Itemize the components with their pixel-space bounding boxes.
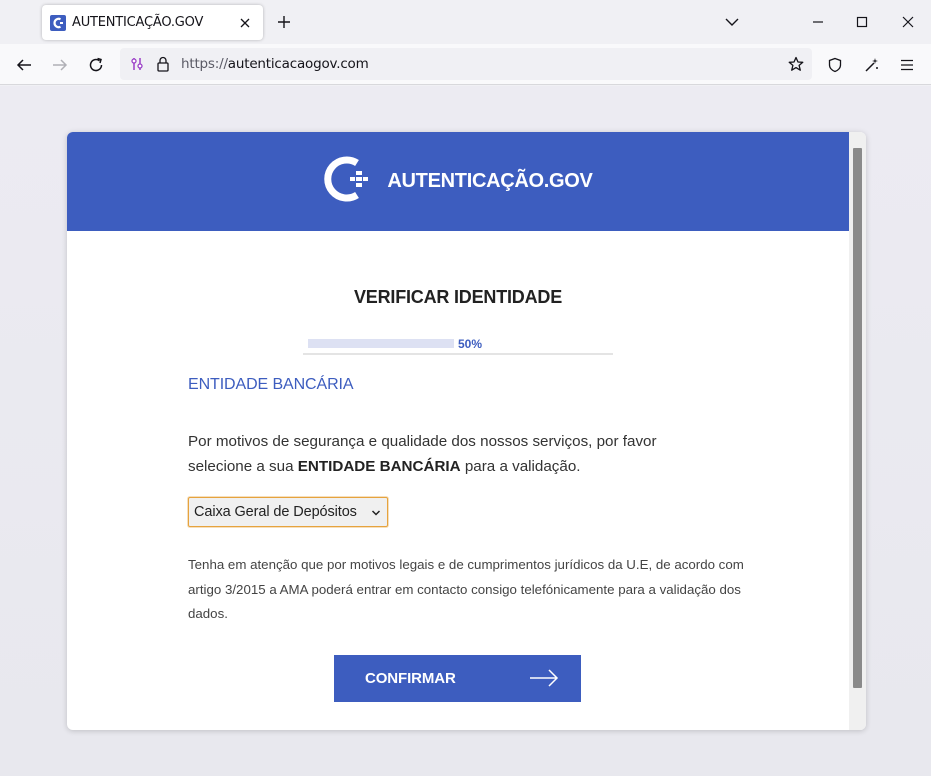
navigation-toolbar: https://autenticacaogov.com bbox=[0, 44, 931, 85]
reload-icon[interactable] bbox=[83, 52, 109, 78]
url-text: https://autenticacaogov.com bbox=[181, 56, 369, 72]
scrollbar-thumb[interactable] bbox=[853, 148, 862, 688]
url-host: autenticacaogov.com bbox=[227, 56, 369, 72]
chevron-down-icon[interactable] bbox=[720, 10, 744, 34]
confirm-button-label: CONFIRMAR bbox=[365, 670, 456, 687]
page-title: VERIFICAR IDENTIDADE bbox=[353, 287, 562, 307]
plus-icon[interactable] bbox=[272, 10, 296, 34]
brand-name: AUTENTICAÇÃO.GOV bbox=[387, 170, 593, 192]
tab-strip: AUTENTICAÇÃO.GOV bbox=[0, 0, 931, 44]
shield-icon[interactable] bbox=[822, 52, 848, 78]
verification-card: AUTENTICAÇÃO.GOV VERIFICAR IDENTIDADE 50… bbox=[67, 132, 866, 730]
chevron-down-icon bbox=[370, 507, 382, 519]
bank-select[interactable]: Caixa Geral de Depósitos bbox=[188, 497, 388, 527]
confirm-button[interactable]: CONFIRMAR bbox=[334, 655, 581, 702]
url-scheme: https:// bbox=[181, 56, 228, 72]
permissions-icon[interactable] bbox=[124, 51, 150, 77]
progress-bar: 50% bbox=[303, 336, 613, 356]
instruction-text-part2: para a validação. bbox=[460, 457, 581, 475]
brand-logo bbox=[323, 154, 373, 209]
close-window-icon[interactable] bbox=[894, 8, 922, 36]
section-title: ENTIDADE BANCÁRIA bbox=[188, 376, 354, 393]
card-header: AUTENTICAÇÃO.GOV bbox=[67, 132, 849, 231]
back-arrow-icon[interactable] bbox=[11, 52, 37, 78]
instruction-text-bold: ENTIDADE BANCÁRIA bbox=[297, 457, 461, 475]
autenticacao-favicon bbox=[50, 14, 66, 31]
bank-select-value: Caixa Geral de Depósitos bbox=[194, 504, 357, 520]
arrow-right-icon bbox=[529, 668, 559, 692]
star-icon[interactable] bbox=[783, 51, 809, 77]
maximize-icon[interactable] bbox=[848, 8, 876, 36]
progress-label: 50% bbox=[458, 337, 483, 351]
active-tab[interactable]: AUTENTICAÇÃO.GOV bbox=[42, 5, 263, 40]
minimize-icon[interactable] bbox=[804, 8, 832, 36]
lock-icon[interactable] bbox=[150, 51, 176, 77]
instruction-text: Por motivos de segurança e qualidade dos… bbox=[188, 430, 708, 479]
forward-arrow-icon[interactable] bbox=[47, 52, 73, 78]
menu-icon[interactable] bbox=[894, 52, 920, 78]
legal-note: Tenha em atenção que por motivos legais … bbox=[188, 557, 744, 621]
address-bar[interactable]: https://autenticacaogov.com bbox=[120, 48, 812, 80]
close-icon[interactable] bbox=[233, 11, 257, 35]
page-viewport: AUTENTICAÇÃO.GOV VERIFICAR IDENTIDADE 50… bbox=[0, 86, 931, 776]
tab-title: AUTENTICAÇÃO.GOV bbox=[72, 15, 204, 30]
scrollbar[interactable] bbox=[849, 132, 866, 730]
extensions-icon[interactable] bbox=[859, 52, 885, 78]
brand: AUTENTICAÇÃO.GOV bbox=[323, 154, 593, 209]
progress-track bbox=[303, 353, 613, 355]
progress-fill bbox=[308, 339, 454, 348]
